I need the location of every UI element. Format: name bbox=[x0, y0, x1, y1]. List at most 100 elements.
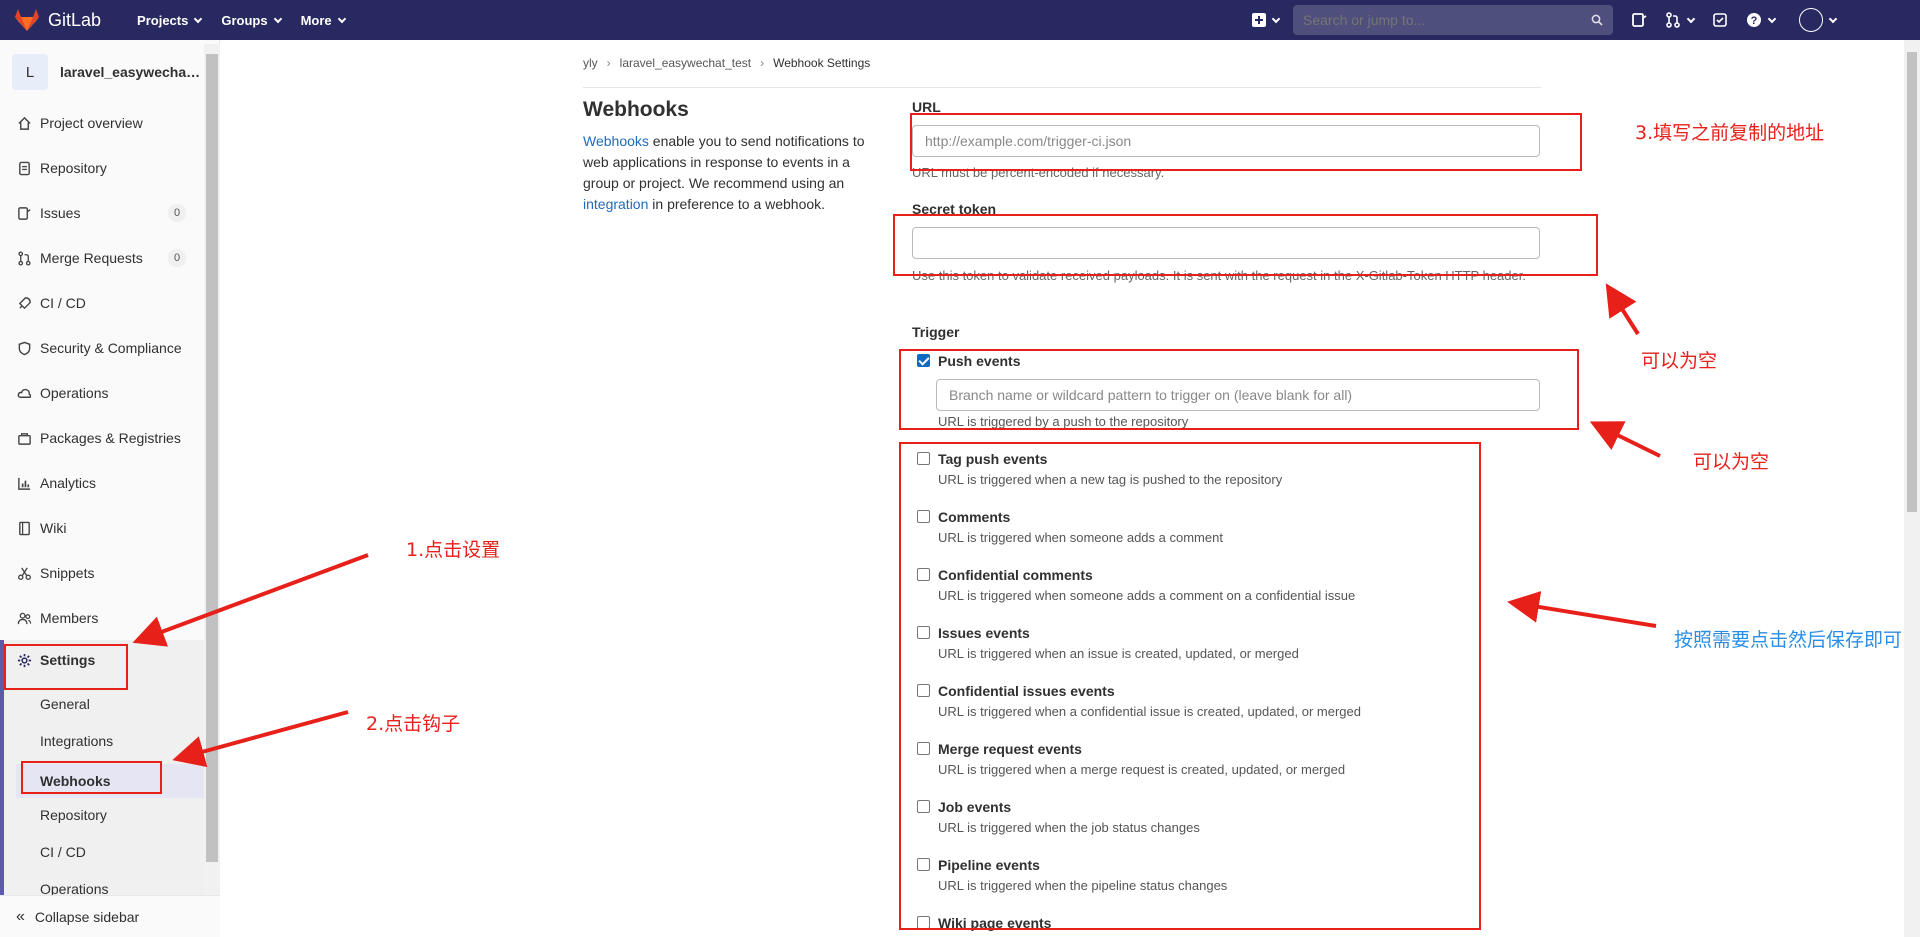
scissors-icon bbox=[16, 565, 32, 581]
book-icon bbox=[16, 520, 32, 536]
annotation-select-save: 按照需要点击然后保存即可 bbox=[1674, 629, 1903, 651]
shield-icon bbox=[16, 340, 32, 356]
annotation-step3: 3.填写之前复制的地址 bbox=[1635, 122, 1825, 144]
chevron-down-icon bbox=[337, 14, 346, 23]
nav-projects[interactable]: Projects bbox=[127, 0, 211, 40]
sidebar-item-label: Issues bbox=[40, 205, 81, 221]
arrow-to-push-events bbox=[1589, 421, 1661, 458]
sidebar-item-ci-cd[interactable]: CI / CD bbox=[0, 283, 204, 323]
submenu-item-ci-cd[interactable]: CI / CD bbox=[40, 835, 86, 869]
project-name: laravel_easywechat_test bbox=[60, 64, 202, 80]
sidebar-item-members[interactable]: Members bbox=[0, 598, 204, 638]
plus-icon bbox=[1252, 13, 1266, 27]
sidebar: L laravel_easywechat_test Project overvi… bbox=[0, 40, 220, 937]
project-avatar: L bbox=[12, 54, 48, 90]
sidebar-item-label: Security & Compliance bbox=[40, 340, 182, 356]
chevron-down-icon bbox=[273, 14, 282, 23]
nav-projects-label: Projects bbox=[137, 12, 189, 28]
todo-check-icon bbox=[1713, 13, 1727, 27]
nav-groups[interactable]: Groups bbox=[211, 0, 290, 40]
sidebar-item-merge-requests[interactable]: Merge Requests 0 bbox=[0, 238, 204, 278]
users-icon bbox=[16, 610, 32, 626]
nav-more-label: More bbox=[300, 12, 332, 28]
sidebar-item-label: Packages & Registries bbox=[40, 430, 181, 446]
sidebar-item-analytics[interactable]: Analytics bbox=[0, 463, 204, 503]
issues-icon bbox=[1632, 13, 1647, 27]
webhooks-intro: Webhooks enable you to send notification… bbox=[583, 131, 883, 215]
new-menu-button[interactable] bbox=[1252, 13, 1281, 27]
sidebar-item-wiki[interactable]: Wiki bbox=[0, 508, 204, 548]
sidebar-item-project-overview[interactable]: Project overview bbox=[0, 103, 204, 143]
sidebar-scrollbar-thumb[interactable] bbox=[206, 54, 218, 862]
breadcrumb-current[interactable]: Webhook Settings bbox=[773, 56, 870, 70]
sidebar-item-operations[interactable]: Operations bbox=[0, 373, 204, 413]
submenu-item-repository[interactable]: Repository bbox=[40, 798, 107, 832]
merge-requests-shortcut-button[interactable] bbox=[1665, 12, 1696, 28]
collapse-sidebar-button[interactable]: « Collapse sidebar bbox=[0, 895, 220, 937]
merge-icon bbox=[16, 250, 32, 266]
user-menu-button[interactable] bbox=[1799, 8, 1838, 32]
annotation-step2: 2.点击钩子 bbox=[366, 713, 461, 735]
page-scrollbar-thumb[interactable] bbox=[1907, 52, 1917, 512]
sidebar-item-label: Project overview bbox=[40, 115, 143, 131]
tanuki-icon bbox=[15, 9, 39, 31]
page-title: Webhooks bbox=[583, 98, 689, 121]
arrow-to-secret-token bbox=[1605, 283, 1640, 336]
submenu-item-general[interactable]: General bbox=[40, 687, 90, 721]
sidebar-item-repository[interactable]: Repository bbox=[0, 148, 204, 188]
annotation-box-push-events bbox=[899, 349, 1579, 430]
collapse-sidebar-label: Collapse sidebar bbox=[34, 908, 140, 925]
annotation-box-settings bbox=[4, 644, 128, 690]
help-icon: ? bbox=[1747, 13, 1761, 27]
annotation-can-empty-1: 可以为空 bbox=[1641, 350, 1718, 372]
breadcrumb-group[interactable]: yly bbox=[583, 56, 598, 70]
trigger-label: Trigger bbox=[912, 324, 960, 340]
sidebar-item-label: CI / CD bbox=[40, 295, 86, 311]
top-navbar: GitLab Projects Groups More ? bbox=[0, 0, 1920, 40]
nav-groups-label: Groups bbox=[221, 12, 268, 28]
webhooks-doc-link[interactable]: Webhooks bbox=[583, 133, 649, 149]
help-button[interactable]: ? bbox=[1746, 12, 1777, 28]
annotation-box-secret-token bbox=[893, 214, 1598, 276]
double-chevron-left-icon: « bbox=[16, 907, 25, 925]
chevron-down-icon bbox=[1686, 14, 1696, 23]
annotation-box-url bbox=[910, 113, 1582, 171]
home-icon bbox=[16, 115, 32, 131]
chevron-right-icon: › bbox=[760, 56, 765, 70]
sidebar-item-label: Merge Requests bbox=[40, 250, 143, 266]
doc-icon bbox=[16, 160, 32, 176]
intro-text-end: in preference to a webhook. bbox=[648, 196, 826, 212]
chevron-down-icon bbox=[1271, 14, 1281, 23]
integration-link[interactable]: integration bbox=[583, 196, 648, 212]
sidebar-item-label: Snippets bbox=[40, 565, 95, 581]
sidebar-item-label: Members bbox=[40, 610, 99, 626]
sidebar-item-security[interactable]: Security & Compliance bbox=[0, 328, 204, 368]
avatar bbox=[1799, 8, 1823, 32]
issues-shortcut-button[interactable] bbox=[1631, 12, 1647, 28]
merge-request-icon bbox=[1666, 12, 1680, 28]
annotation-box-webhooks bbox=[21, 761, 162, 794]
sidebar-project-header[interactable]: L laravel_easywechat_test bbox=[0, 40, 219, 104]
search-input[interactable] bbox=[1293, 5, 1613, 35]
chevron-down-icon bbox=[1767, 14, 1777, 23]
chart-icon bbox=[16, 475, 32, 491]
chevron-down-icon bbox=[1828, 14, 1838, 23]
nav-more[interactable]: More bbox=[291, 0, 355, 40]
sidebar-item-packages[interactable]: Packages & Registries bbox=[0, 418, 204, 458]
submenu-item-integrations[interactable]: Integrations bbox=[40, 724, 113, 758]
gitlab-logo[interactable]: GitLab bbox=[14, 0, 101, 40]
package-icon bbox=[16, 430, 32, 446]
sidebar-item-snippets[interactable]: Snippets bbox=[0, 553, 204, 593]
sidebar-item-issues[interactable]: Issues 0 bbox=[0, 193, 204, 233]
brand-name: GitLab bbox=[48, 9, 102, 30]
divider bbox=[583, 87, 1541, 88]
breadcrumb: yly › laravel_easywechat_test › Webhook … bbox=[583, 56, 870, 70]
chevron-down-icon bbox=[194, 14, 203, 23]
svg-text:?: ? bbox=[1751, 15, 1758, 27]
sidebar-item-label: Analytics bbox=[40, 475, 97, 491]
todos-button[interactable] bbox=[1712, 12, 1728, 28]
sidebar-item-label: Wiki bbox=[40, 520, 67, 536]
breadcrumb-project[interactable]: laravel_easywechat_test bbox=[620, 56, 751, 70]
annotation-box-events bbox=[899, 442, 1481, 930]
rocket-icon bbox=[16, 295, 32, 311]
